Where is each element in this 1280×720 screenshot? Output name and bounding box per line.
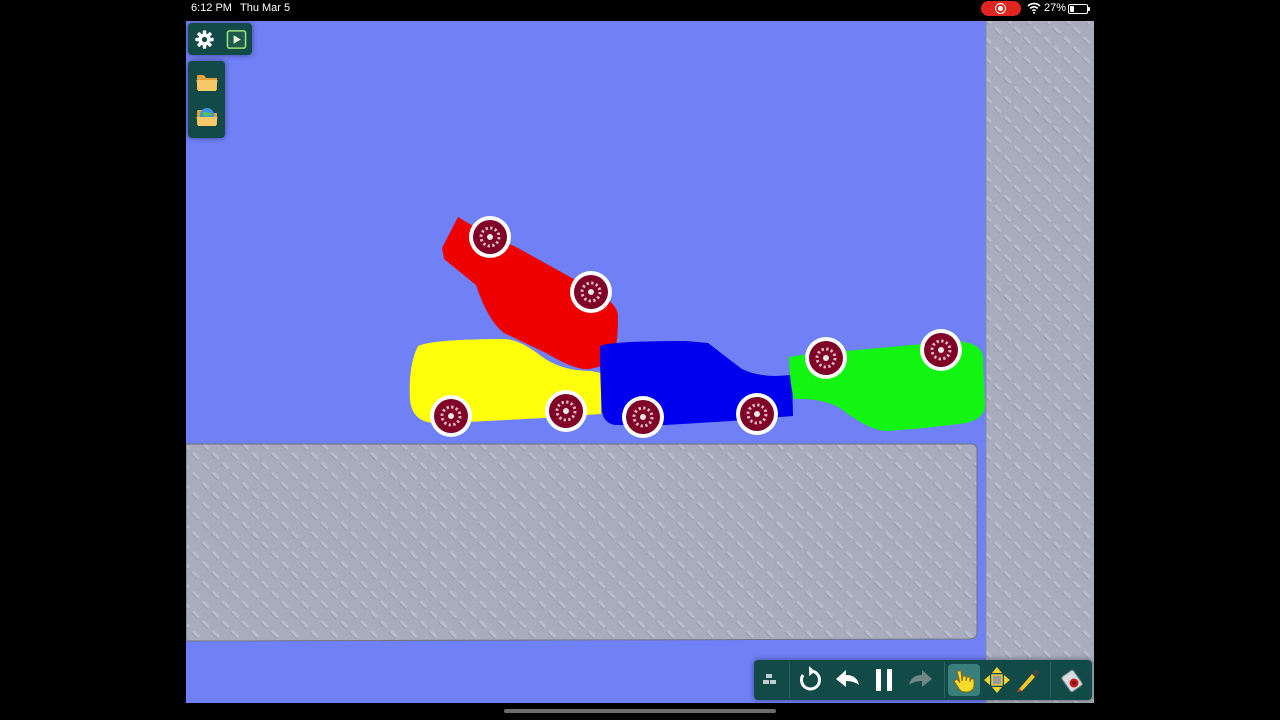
top-left-panel — [188, 23, 252, 55]
undo-icon[interactable] — [832, 664, 864, 696]
status-date: Thu Mar 5 — [240, 2, 291, 14]
status-time: 6:12 PM — [191, 2, 232, 14]
battery-percent: 27% — [1044, 2, 1067, 14]
hand-tool-button[interactable] — [948, 664, 980, 696]
yellow-car-front-wheel[interactable] — [428, 393, 474, 439]
play-window-icon[interactable] — [226, 29, 247, 50]
game-scene[interactable] — [186, 21, 1094, 703]
scene-canvas[interactable] — [186, 21, 1094, 703]
wifi-icon — [1027, 2, 1041, 14]
home-indicator[interactable] — [504, 709, 776, 713]
reset-icon[interactable] — [794, 664, 826, 696]
right-wall[interactable] — [986, 21, 1094, 703]
blue-car-front-wheel[interactable] — [620, 394, 666, 440]
brush-tool-icon[interactable] — [1012, 664, 1044, 696]
green-car[interactable] — [789, 327, 985, 431]
move-tool-icon[interactable] — [981, 664, 1013, 696]
yellow-car-rear-wheel[interactable] — [543, 388, 589, 434]
pause-icon[interactable] — [868, 664, 900, 696]
green-car-front-wheel[interactable] — [803, 335, 849, 381]
grid-icon[interactable] — [754, 664, 786, 696]
red-car-front-wheel[interactable] — [467, 214, 513, 260]
folder-icon[interactable] — [195, 70, 219, 94]
gear-icon[interactable] — [194, 29, 215, 50]
screen-recording-indicator[interactable] — [981, 1, 1021, 16]
bottom-toolbar — [754, 660, 1092, 700]
blue-car[interactable] — [600, 341, 793, 440]
eraser-icon[interactable] — [1056, 664, 1088, 696]
blue-car-rear-wheel[interactable] — [734, 391, 780, 437]
status-bar: 6:12 PM Thu Mar 5 27% — [0, 0, 1280, 18]
green-car-rear-wheel[interactable] — [918, 327, 964, 373]
left-panel — [188, 61, 225, 138]
red-car-rear-wheel[interactable] — [568, 269, 614, 315]
ground-platform[interactable] — [186, 443, 978, 642]
battery-level — [1070, 6, 1074, 12]
record-icon — [995, 3, 1006, 14]
scene-folder-icon[interactable] — [195, 105, 219, 129]
battery-icon — [1068, 4, 1090, 14]
hand-tool-icon — [953, 670, 975, 693]
redo-icon[interactable] — [904, 664, 936, 696]
